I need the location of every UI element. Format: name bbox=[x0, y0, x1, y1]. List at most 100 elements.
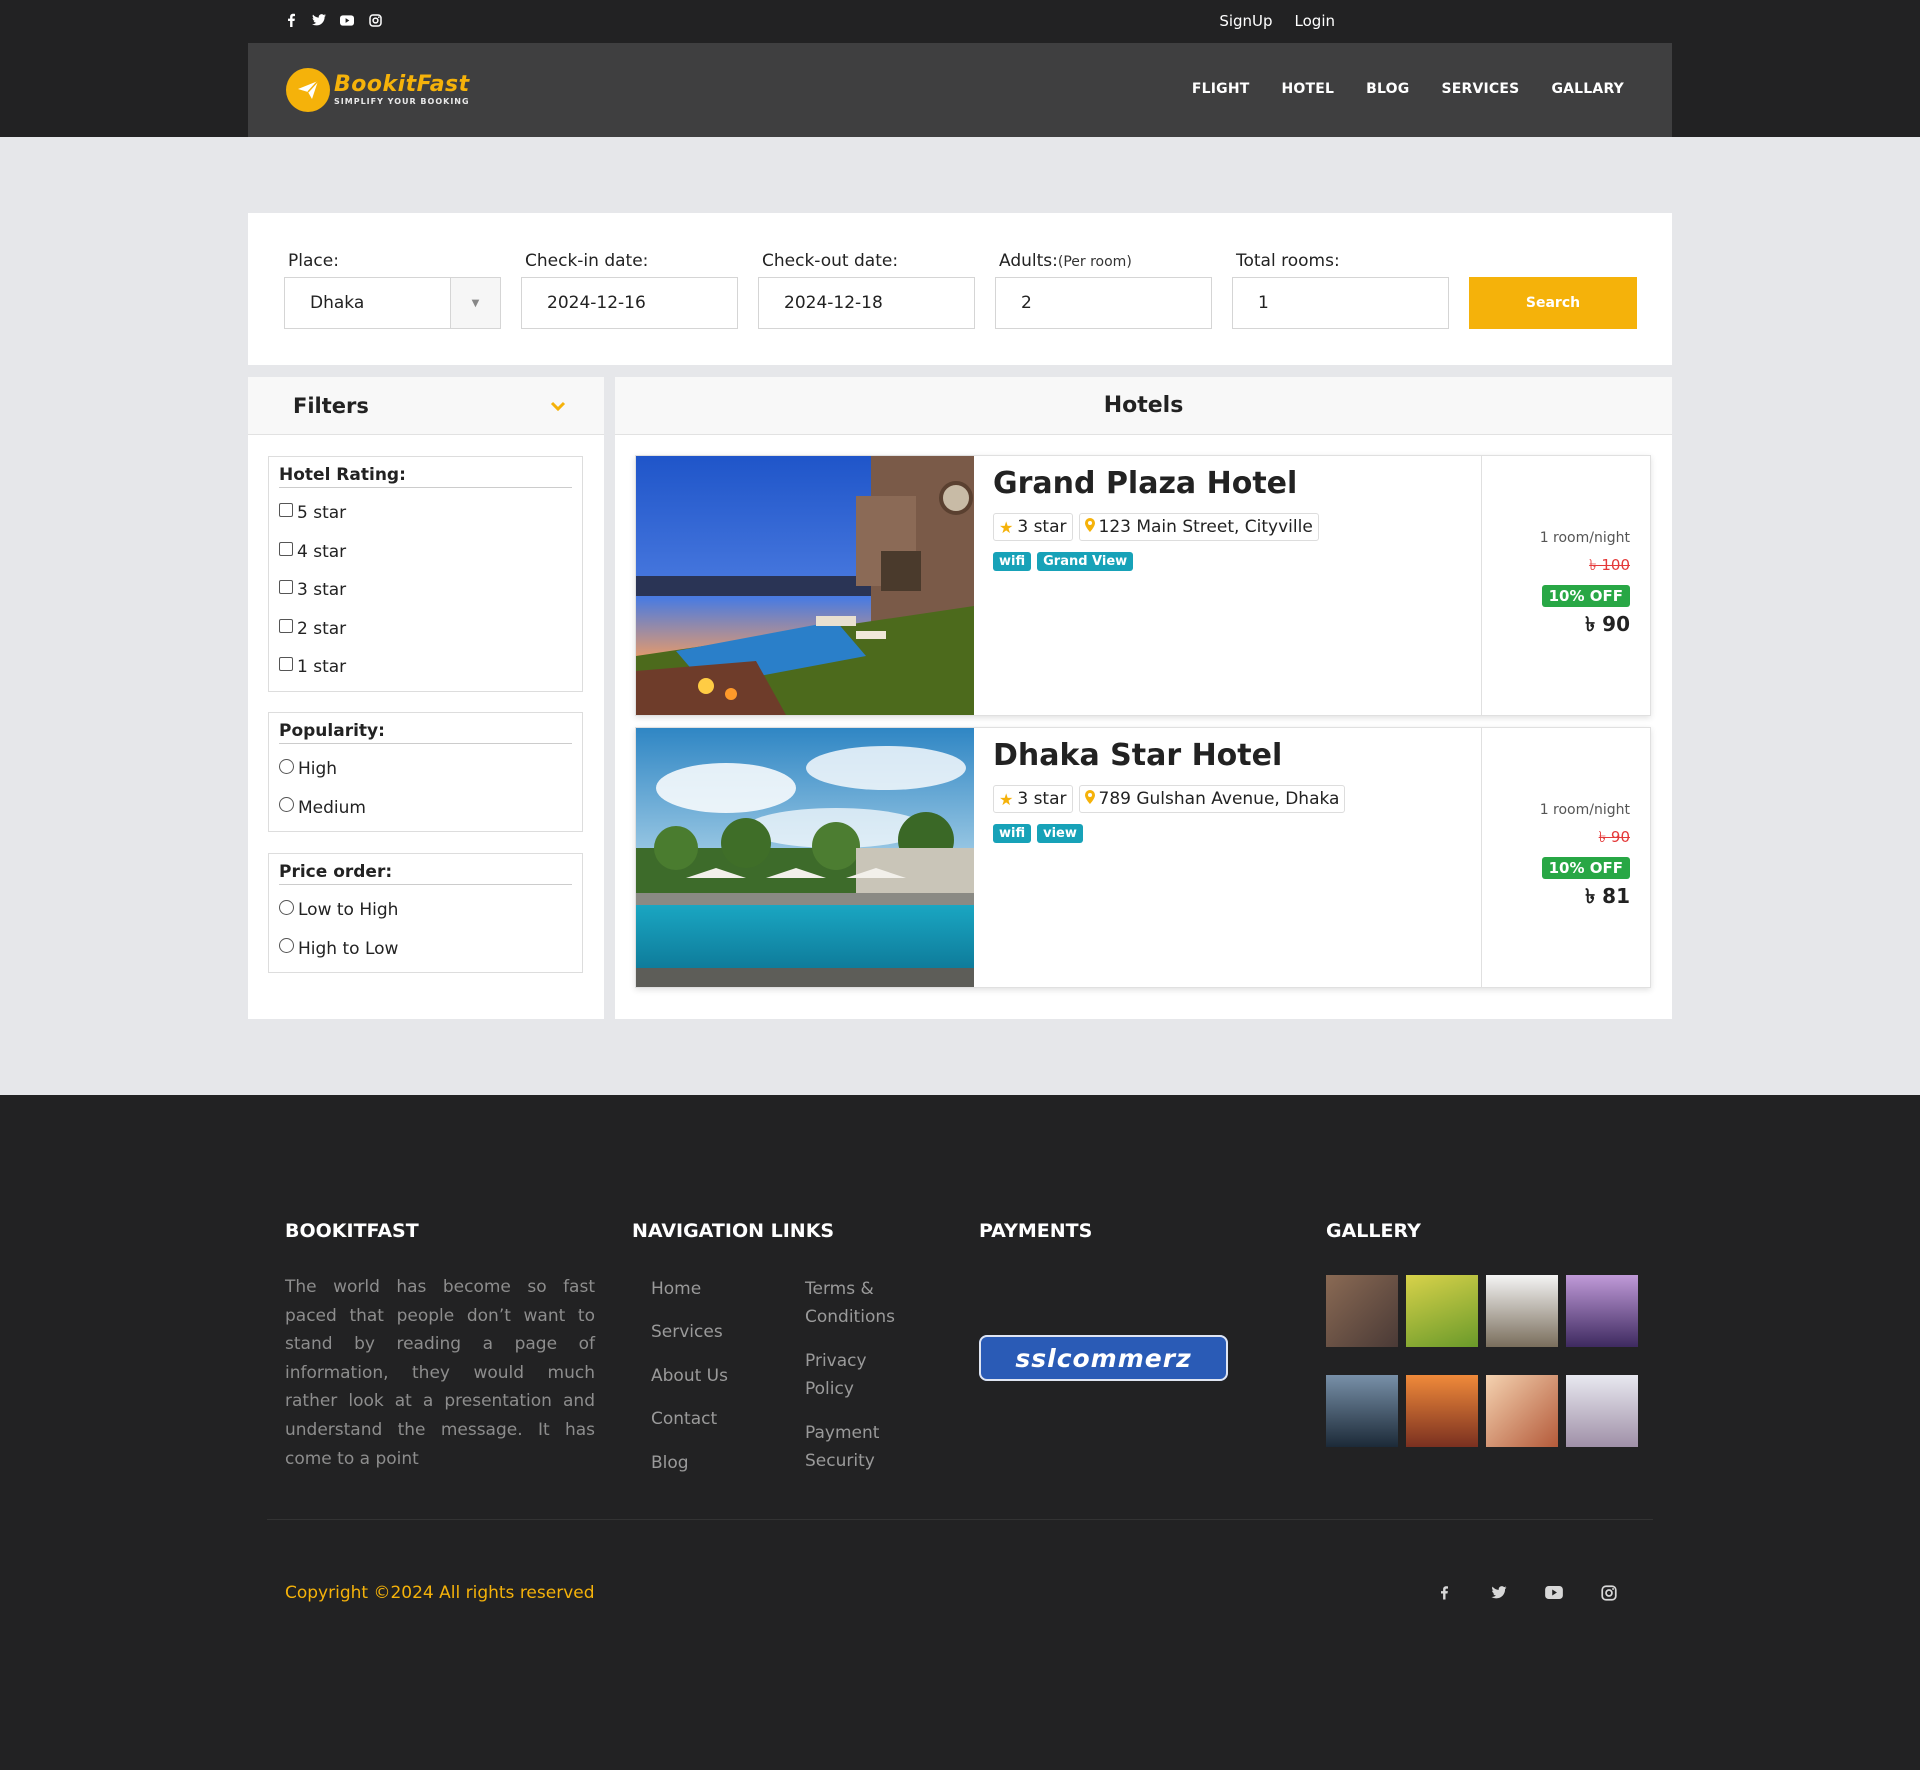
rating-option-4[interactable]: 4 star bbox=[279, 533, 572, 572]
menu-item-flight[interactable]: FLIGHT bbox=[1192, 81, 1250, 97]
sslcommerz-logo: sslcommerz bbox=[979, 1335, 1228, 1381]
logo-name: BookitFast bbox=[334, 72, 470, 97]
amenity-tags: wifi Grand View bbox=[993, 552, 1319, 571]
footer-link-terms[interactable]: Terms & Conditions bbox=[805, 1275, 915, 1331]
hotel-name[interactable]: Dhaka Star Hotel bbox=[993, 738, 1345, 773]
price-order-high-low[interactable]: High to Low bbox=[279, 930, 572, 969]
footer-link-services[interactable]: Services bbox=[651, 1318, 723, 1346]
footer-link-contact[interactable]: Contact bbox=[651, 1405, 717, 1433]
dropdown-arrow-icon[interactable]: ▼ bbox=[450, 278, 500, 328]
original-price: ৳ 100 bbox=[1589, 556, 1630, 574]
gallery-thumb-rice-field[interactable] bbox=[1406, 1275, 1478, 1347]
amenity-tag: view bbox=[1037, 824, 1083, 843]
rating-filter-title: Hotel Rating: bbox=[279, 465, 572, 488]
checkbox[interactable] bbox=[279, 503, 293, 518]
checkbox[interactable] bbox=[279, 541, 293, 556]
hotel-card[interactable]: Dhaka Star Hotel ★ 3 star 789 Gulshan Ave… bbox=[635, 727, 1651, 988]
site-logo[interactable]: BookitFast SIMPLIFY YOUR BOOKING bbox=[286, 68, 470, 112]
footer-social-links bbox=[1433, 1582, 1619, 1603]
menu-item-gallary[interactable]: GALLARY bbox=[1551, 81, 1624, 97]
price-order-low-high[interactable]: Low to High bbox=[279, 891, 572, 930]
radio[interactable] bbox=[279, 938, 294, 954]
checkin-date-input[interactable]: 2024-12-16 bbox=[521, 277, 738, 329]
price-unit: 1 room/night bbox=[1539, 802, 1630, 818]
rating-option-2[interactable]: 2 star bbox=[279, 610, 572, 649]
radio[interactable] bbox=[279, 797, 294, 813]
rating-option-3[interactable]: 3 star bbox=[279, 571, 572, 610]
hotel-card[interactable]: Grand Plaza Hotel ★ 3 star 123 Main Stree… bbox=[635, 455, 1651, 716]
popularity-option-medium[interactable]: Medium bbox=[279, 789, 572, 828]
filters-header[interactable]: Filters bbox=[248, 377, 604, 435]
facebook-icon[interactable] bbox=[284, 13, 298, 27]
gallery-thumb-taj-mahal[interactable] bbox=[1566, 1275, 1638, 1347]
hotel-rating: 3 star bbox=[1017, 789, 1067, 809]
checkbox[interactable] bbox=[279, 657, 293, 672]
footer-link-about[interactable]: About Us bbox=[651, 1362, 728, 1390]
adults-input[interactable]: 2 bbox=[995, 277, 1212, 329]
price-block: 1 room/night ৳ 90 10% OFF ৳ 81 bbox=[1540, 802, 1630, 915]
search-button[interactable]: Search bbox=[1469, 277, 1637, 329]
checkbox[interactable] bbox=[279, 618, 293, 633]
twitter-icon[interactable] bbox=[1488, 1582, 1509, 1603]
instagram-icon[interactable] bbox=[1598, 1582, 1619, 1603]
twitter-icon[interactable] bbox=[312, 13, 326, 27]
footer-link-payment-security[interactable]: Payment Security bbox=[805, 1419, 895, 1475]
place-select[interactable]: Dhaka ▼ bbox=[284, 277, 501, 329]
footer-link-privacy[interactable]: Privacy Policy bbox=[805, 1347, 885, 1403]
amenity-tag: wifi bbox=[993, 824, 1032, 843]
rooms-input[interactable]: 1 bbox=[1232, 277, 1449, 329]
footer-link-blog[interactable]: Blog bbox=[651, 1449, 689, 1477]
menu-item-services[interactable]: SERVICES bbox=[1441, 81, 1519, 97]
facebook-icon[interactable] bbox=[1433, 1582, 1454, 1603]
checkout-date-input[interactable]: 2024-12-18 bbox=[758, 277, 975, 329]
hotel-search-form: Place: Dhaka ▼ Check-in date: 2024-12-16… bbox=[248, 213, 1672, 365]
hotel-photo[interactable] bbox=[636, 728, 974, 987]
youtube-icon[interactable] bbox=[340, 13, 354, 27]
checkin-label: Check-in date: bbox=[525, 251, 649, 271]
place-field: Place: Dhaka ▼ bbox=[284, 251, 501, 329]
menu-item-hotel[interactable]: HOTEL bbox=[1281, 81, 1334, 97]
star-icon: ★ bbox=[999, 517, 1014, 537]
gallery-thumb-hands[interactable] bbox=[1486, 1375, 1558, 1447]
instagram-icon[interactable] bbox=[368, 13, 382, 27]
price-order-label: Low to High bbox=[298, 900, 399, 921]
hotel-info: Grand Plaza Hotel ★ 3 star 123 Main Stree… bbox=[993, 466, 1319, 571]
footer-divider bbox=[267, 1519, 1653, 1520]
rating-option-5[interactable]: 5 star bbox=[279, 494, 572, 533]
price-order-filter-group: Price order: Low to High High to Low bbox=[268, 853, 583, 973]
menu-item-blog[interactable]: BLOG bbox=[1366, 81, 1409, 97]
hotel-photo[interactable] bbox=[636, 456, 974, 715]
site-footer: BOOKITFAST The world has become so fast … bbox=[0, 1095, 1920, 1770]
signup-link[interactable]: SignUp bbox=[1219, 12, 1272, 30]
chevron-down-icon[interactable] bbox=[550, 395, 566, 416]
top-bar: SignUp Login BookitFast SIMPLIFY YOUR BO… bbox=[0, 0, 1920, 137]
gallery-thumb-girl[interactable] bbox=[1486, 1275, 1558, 1347]
rating-option-1[interactable]: 1 star bbox=[279, 648, 572, 687]
rooms-label: Total rooms: bbox=[1236, 251, 1340, 271]
footer-about-text: The world has become so fast paced that … bbox=[285, 1277, 595, 1469]
gallery-thumb-kid-hood[interactable] bbox=[1566, 1375, 1638, 1447]
gallery-thumb-sunset[interactable] bbox=[1406, 1375, 1478, 1447]
hotels-title: Hotels bbox=[615, 377, 1672, 435]
popularity-option-high[interactable]: High bbox=[279, 750, 572, 789]
map-pin-icon bbox=[1084, 790, 1095, 808]
hotel-meta: ★ 3 star 123 Main Street, Cityville bbox=[993, 513, 1319, 541]
checkbox[interactable] bbox=[279, 580, 293, 595]
copyright-text: Copyright ©2024 All rights reserved bbox=[285, 1583, 595, 1603]
rating-option-label: 4 star bbox=[297, 541, 347, 562]
login-link[interactable]: Login bbox=[1295, 12, 1335, 30]
hotel-name[interactable]: Grand Plaza Hotel bbox=[993, 466, 1319, 501]
price-order-filter-title: Price order: bbox=[279, 862, 572, 885]
youtube-icon[interactable] bbox=[1543, 1582, 1564, 1603]
rating-option-label: 3 star bbox=[297, 580, 347, 601]
popularity-filter-group: Popularity: High Medium bbox=[268, 712, 583, 832]
radio[interactable] bbox=[279, 899, 294, 915]
radio[interactable] bbox=[279, 758, 294, 774]
footer-payments-title: PAYMENTS bbox=[979, 1220, 1093, 1242]
footer-link-home[interactable]: Home bbox=[651, 1275, 701, 1303]
gallery-thumb-traveler[interactable] bbox=[1326, 1375, 1398, 1447]
gallery-thumb-child[interactable] bbox=[1326, 1275, 1398, 1347]
checkout-label: Check-out date: bbox=[762, 251, 899, 271]
logo-text: BookitFast SIMPLIFY YOUR BOOKING bbox=[334, 74, 470, 106]
amenity-tags: wifi view bbox=[993, 824, 1345, 843]
